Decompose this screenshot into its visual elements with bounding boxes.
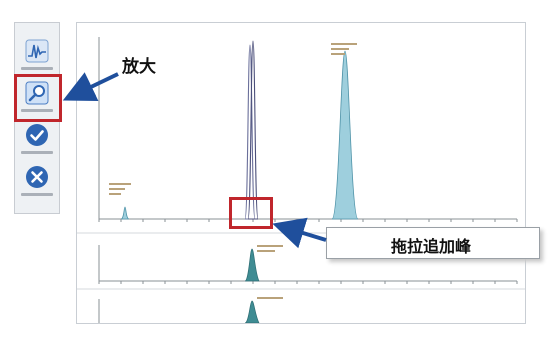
tool-caption-bar bbox=[21, 193, 53, 196]
peak-annotation-bar bbox=[331, 43, 357, 45]
check-circle-icon bbox=[26, 124, 48, 146]
tool-caption-bar bbox=[21, 151, 53, 154]
peak-annotation-bar bbox=[257, 250, 275, 252]
peak-annotation-bar bbox=[109, 183, 131, 185]
peak-waveform-tool[interactable] bbox=[15, 39, 59, 65]
waveform-icon bbox=[25, 39, 49, 63]
peak-annotation-bar bbox=[257, 245, 283, 247]
zoom-callout: 放大 bbox=[122, 57, 156, 77]
peak-annotation-bar bbox=[331, 53, 345, 55]
peak-annotation-bar bbox=[109, 188, 125, 190]
cancel-tool[interactable] bbox=[15, 165, 59, 191]
drag-region-highlight bbox=[229, 197, 273, 229]
finish-tool[interactable] bbox=[15, 123, 59, 149]
drag-callout-box: 拖拉追加峰 bbox=[326, 227, 540, 259]
x-circle-icon bbox=[26, 166, 48, 188]
peak-annotation-bar bbox=[109, 193, 121, 195]
drag-callout: 拖拉追加峰 bbox=[391, 237, 472, 256]
tool-caption-bar bbox=[21, 67, 53, 70]
zoom-tool-highlight bbox=[14, 74, 62, 122]
peak-annotation-bar bbox=[257, 297, 283, 299]
peak-annotation-bar bbox=[331, 48, 349, 50]
